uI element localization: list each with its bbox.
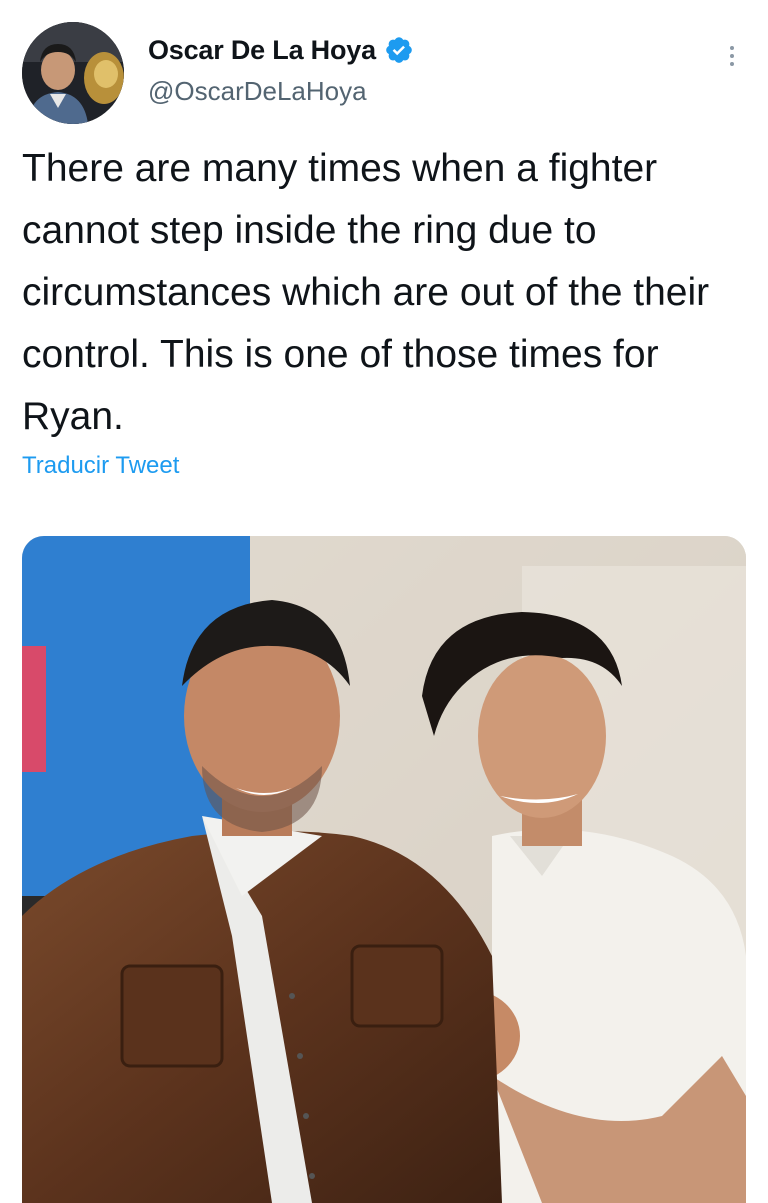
display-name[interactable]: Oscar De La Hoya: [148, 35, 376, 66]
verified-badge-icon: [384, 35, 414, 65]
avatar-image: [22, 22, 124, 124]
tweet-card[interactable]: Oscar De La Hoya @OscarDeLaHoya There ar…: [0, 0, 768, 1203]
avatar[interactable]: [22, 22, 124, 124]
tweet-photo[interactable]: [22, 536, 746, 1203]
photo-image: [22, 536, 746, 1203]
more-dot: [730, 54, 734, 58]
tweet-text: There are many times when a fighter cann…: [22, 147, 710, 438]
more-dot: [730, 62, 734, 66]
author-names: Oscar De La Hoya @OscarDeLaHoya: [148, 30, 414, 107]
more-dot: [730, 46, 734, 50]
translate-tweet-link[interactable]: Traducir Tweet: [22, 452, 179, 480]
tweet-header: Oscar De La Hoya @OscarDeLaHoya: [22, 22, 746, 126]
author-handle[interactable]: @OscarDeLaHoya: [148, 76, 414, 107]
more-options-icon[interactable]: [724, 36, 740, 76]
display-name-row: Oscar De La Hoya: [148, 30, 414, 70]
